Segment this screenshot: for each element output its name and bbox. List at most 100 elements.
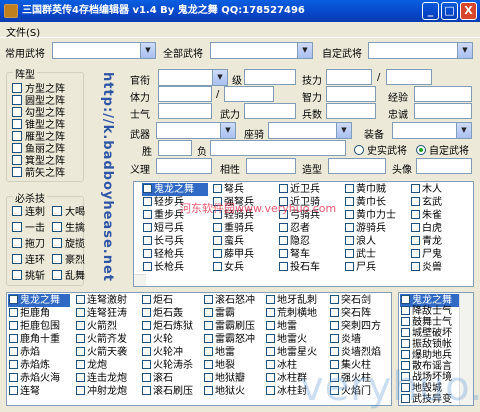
- common-general-select[interactable]: ▼: [52, 42, 156, 59]
- troops-count-field[interactable]: [326, 103, 376, 119]
- list-item[interactable]: 尸兵: [344, 261, 376, 274]
- list-item[interactable]: 地裂: [203, 359, 235, 372]
- list-item[interactable]: 地狱火: [203, 385, 245, 398]
- horizontal-scrollbar[interactable]: [134, 274, 146, 286]
- list-item[interactable]: 地雷: [203, 346, 235, 359]
- formation-checkbox[interactable]: 圆型之阵: [12, 95, 65, 107]
- list-item[interactable]: 冲射龙炮: [75, 385, 127, 398]
- historic-general-radio[interactable]: 史实武将: [354, 142, 407, 157]
- list-item[interactable]: 炎墙: [329, 333, 361, 346]
- close-button[interactable]: X: [460, 2, 477, 20]
- minimize-button[interactable]: _: [422, 2, 439, 20]
- skill-checkbox[interactable]: 豪烈: [52, 254, 85, 266]
- skill-power-max-field[interactable]: [386, 69, 432, 85]
- list-item[interactable]: 地牙乱刺: [265, 294, 317, 307]
- skill-checkbox[interactable]: 连刺: [12, 206, 45, 218]
- custom-general-radio[interactable]: 自定武将: [416, 142, 469, 157]
- equip-select[interactable]: ▼: [392, 122, 472, 139]
- list-item[interactable]: 赤焰炼: [8, 359, 50, 372]
- wins-field[interactable]: [158, 140, 192, 156]
- righteousness-field[interactable]: [156, 158, 212, 174]
- list-item[interactable]: 雷霸刷压: [203, 320, 255, 333]
- skill-checkbox[interactable]: 乱舞: [52, 270, 85, 282]
- hp-field[interactable]: [158, 86, 212, 102]
- list-item[interactable]: 弩车: [278, 248, 310, 261]
- list-item[interactable]: 火轮冲: [141, 346, 183, 359]
- skill-checkbox[interactable]: 连环: [12, 254, 45, 266]
- list-item[interactable]: 地雷: [265, 320, 297, 333]
- list-item[interactable]: 尸鬼: [410, 248, 442, 261]
- troop-list[interactable]: 鬼龙之舞 轻步兵 重步兵 短弓兵 长弓兵 轻枪兵 长枪兵 弩兵 强弩兵 轻骑兵 …: [133, 181, 474, 287]
- list-item[interactable]: 连弩狂涛: [75, 307, 127, 320]
- weapon-select[interactable]: ▼: [156, 122, 236, 139]
- skill-checkbox[interactable]: 大喝: [52, 206, 85, 218]
- list-item[interactable]: 长弓兵: [142, 235, 184, 248]
- list-item[interactable]: 蛮兵: [212, 235, 244, 248]
- list-item[interactable]: 长枪兵: [142, 261, 184, 274]
- list-item[interactable]: 炬石: [141, 294, 173, 307]
- list-item[interactable]: 轻步兵: [142, 196, 184, 209]
- list-item[interactable]: 地雷星火: [265, 346, 317, 359]
- list-item[interactable]: 朱雀: [410, 209, 442, 222]
- affinity-field[interactable]: [246, 158, 296, 174]
- appearance-field[interactable]: [328, 158, 386, 174]
- portrait-field[interactable]: [416, 158, 472, 174]
- rank-select[interactable]: ▼: [158, 69, 228, 86]
- formation-checkbox[interactable]: 雁型之阵: [12, 131, 65, 143]
- formation-checkbox[interactable]: 锥型之阵: [12, 119, 65, 131]
- skill-checkbox[interactable]: 拖刀: [12, 238, 45, 250]
- list-item[interactable]: 鹿角十重: [8, 333, 60, 346]
- formation-checkbox[interactable]: 勾型之阵: [12, 107, 65, 119]
- menu-file[interactable]: 文件(S): [6, 24, 40, 39]
- maximize-button[interactable]: □: [441, 2, 458, 20]
- morale-field[interactable]: [158, 103, 212, 119]
- list-item[interactable]: 荒刺横地: [265, 307, 317, 320]
- list-item[interactable]: 女兵: [212, 261, 244, 274]
- list-item[interactable]: 雷霸: [203, 307, 235, 320]
- formation-checkbox[interactable]: 箕型之阵: [12, 155, 65, 167]
- losses-field[interactable]: [210, 140, 346, 156]
- list-item[interactable]: 忍者: [278, 222, 310, 235]
- list-item[interactable]: 地狱瓣: [203, 372, 245, 385]
- list-item[interactable]: 青龙: [410, 235, 442, 248]
- list-item[interactable]: 滚石刷压: [141, 385, 193, 398]
- list-item[interactable]: 滚石怒冲: [203, 294, 255, 307]
- loyalty-field[interactable]: [414, 103, 472, 119]
- exp-field[interactable]: [414, 86, 472, 102]
- mount-select[interactable]: ▼: [268, 122, 352, 139]
- custom-general-select[interactable]: ▼: [368, 42, 473, 59]
- list-item[interactable]: 炎墙烈焰: [329, 346, 381, 359]
- list-item[interactable]: 滚石: [141, 372, 173, 385]
- formation-checkbox[interactable]: 鱼丽之阵: [12, 143, 65, 155]
- formation-checkbox[interactable]: 方型之阵: [12, 83, 65, 95]
- level-field[interactable]: [244, 69, 296, 85]
- intellect-field[interactable]: [326, 86, 376, 102]
- list-item[interactable]: 隐忍: [278, 235, 310, 248]
- list-item[interactable]: 连弩激射: [75, 294, 127, 307]
- list-item[interactable]: 雷霸怒冲: [203, 333, 255, 346]
- list-item[interactable]: 近卫兵: [278, 183, 320, 196]
- list-item[interactable]: 重骑兵: [212, 222, 254, 235]
- list-item[interactable]: 拒鹿角: [8, 307, 50, 320]
- list-item[interactable]: 浪人: [344, 235, 376, 248]
- all-general-select[interactable]: ▼: [210, 42, 313, 59]
- list-item[interactable]: 白虎: [410, 222, 442, 235]
- list-item[interactable]: 龙炮: [75, 359, 107, 372]
- skill-checkbox[interactable]: 旋揽: [52, 238, 85, 250]
- list-item[interactable]: 火轮: [141, 333, 173, 346]
- list-item[interactable]: 鬼龙之舞: [142, 183, 208, 196]
- list-item[interactable]: 冰柱: [265, 359, 297, 372]
- skill-checkbox[interactable]: 挑斩: [12, 270, 45, 282]
- list-item[interactable]: 连击龙炮: [75, 372, 127, 385]
- list-item[interactable]: 火箭烈: [75, 320, 117, 333]
- list-item[interactable]: 黄巾力士: [344, 209, 396, 222]
- list-item[interactable]: 黄巾贼: [344, 183, 386, 196]
- list-item[interactable]: 游骑兵: [344, 222, 386, 235]
- list-item[interactable]: 藤甲兵: [212, 248, 254, 261]
- list-item[interactable]: 重步兵: [142, 209, 184, 222]
- list-item[interactable]: 拒鹿包围: [8, 320, 60, 333]
- list-item[interactable]: 黄巾长: [344, 196, 386, 209]
- skill-checkbox[interactable]: 一击: [12, 222, 45, 234]
- list-item[interactable]: 炬石轰: [141, 307, 183, 320]
- list-item[interactable]: 武士: [344, 248, 376, 261]
